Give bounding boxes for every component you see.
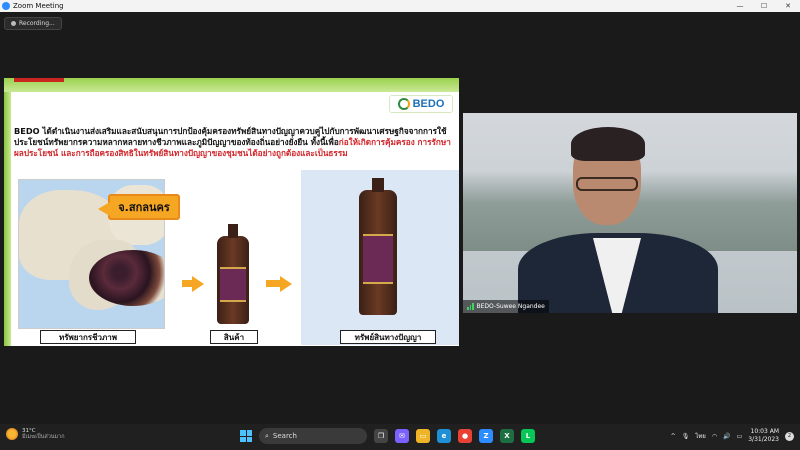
- slide-side-bar: [4, 92, 11, 346]
- edge-browser-icon[interactable]: e: [437, 429, 451, 443]
- bedo-logo-icon: [397, 98, 410, 110]
- microphone-icon[interactable]: 🎙: [682, 433, 690, 440]
- product-bottle-image: [217, 224, 249, 324]
- line-app-icon[interactable]: L: [521, 429, 535, 443]
- weather-desc: มีเมฆเป็นส่วนมาก: [22, 434, 65, 440]
- bedo-logo: BEDO: [389, 95, 453, 113]
- slide-accent-mark: [14, 78, 64, 82]
- ip-product-panel: [301, 170, 459, 345]
- participant-video-tile[interactable]: BEDO-Suwee Ngandee: [463, 113, 797, 313]
- bottle-neck: [372, 178, 384, 192]
- close-button[interactable]: ✕: [776, 2, 800, 10]
- clock-time: 10:03 AM: [750, 428, 779, 435]
- participant-hair: [571, 127, 645, 161]
- chrome-browser-icon[interactable]: ●: [458, 429, 472, 443]
- excel-icon[interactable]: X: [500, 429, 514, 443]
- zoom-logo-icon: [2, 2, 10, 10]
- province-callout: จ.สกลนคร: [98, 194, 180, 220]
- recording-icon: [11, 21, 16, 26]
- flow-arrow-icon: [280, 276, 292, 292]
- taskbar-clock[interactable]: 10:03 AM 3/31/2023: [748, 428, 779, 444]
- recording-indicator[interactable]: Recording...: [4, 17, 62, 30]
- flow-arrow-stem: [266, 280, 280, 287]
- caption-bio-resources: ทรัพยากรชีวภาพ: [40, 330, 136, 344]
- participant-name-tag: BEDO-Suwee Ngandee: [463, 300, 549, 313]
- maximize-button[interactable]: ☐: [752, 2, 776, 10]
- taskbar-search[interactable]: ⌕ Search: [259, 428, 367, 444]
- windows-taskbar: 31°C มีเมฆเป็นส่วนมาก ⌕ Search ❐ ✉ ▭ e ●…: [0, 424, 800, 450]
- caption-product: สินค้า: [210, 330, 258, 344]
- search-label: Search: [272, 432, 297, 440]
- ip-bottle-image: [359, 178, 397, 315]
- weather-widget[interactable]: 31°C มีเมฆเป็นส่วนมาก: [6, 428, 65, 440]
- file-explorer-icon[interactable]: ▭: [416, 429, 430, 443]
- taskbar-apps: ⌕ Search ❐ ✉ ▭ e ● Z X L: [240, 428, 535, 444]
- slide-paragraph: BEDO ได้ดำเนินงานส่งเสริมและสนับสนุนการป…: [14, 126, 454, 159]
- bottle-neck: [228, 224, 238, 238]
- bedo-logo-text: BEDO: [412, 98, 445, 110]
- search-icon: ⌕: [265, 431, 269, 440]
- minimize-button[interactable]: —: [728, 2, 752, 10]
- recording-label: Recording...: [19, 20, 55, 27]
- window-title: Zoom Meeting: [13, 2, 64, 10]
- flow-arrow-stem: [182, 280, 192, 287]
- participant-glasses: [576, 177, 638, 191]
- participant-name: BEDO-Suwee Ngandee: [476, 303, 545, 310]
- volume-icon[interactable]: 🔊: [723, 433, 730, 440]
- window-titlebar: Zoom Meeting — ☐ ✕: [0, 0, 800, 12]
- bottle-label: [362, 233, 394, 284]
- zoom-app-icon[interactable]: Z: [479, 429, 493, 443]
- input-language[interactable]: ไทย: [695, 431, 706, 441]
- shared-screen-slide: BEDO BEDO ได้ดำเนินงานส่งเสริมและสนับสนุ…: [4, 78, 459, 346]
- notification-badge[interactable]: 2: [785, 431, 794, 441]
- weather-icon: [6, 428, 18, 440]
- wifi-icon[interactable]: ◠: [712, 433, 717, 440]
- bottle-label: [220, 266, 246, 302]
- flow-arrow-icon: [192, 276, 204, 292]
- clock-date: 3/31/2023: [748, 436, 779, 443]
- windows-start-icon[interactable]: [240, 430, 252, 442]
- battery-icon[interactable]: ▭: [737, 433, 743, 440]
- slide-header-bar: [4, 78, 459, 92]
- task-view-icon[interactable]: ❐: [374, 429, 388, 443]
- system-tray: ^ 🎙 ไทย ◠ 🔊 ▭ 10:03 AM 3/31/2023 2: [671, 428, 794, 444]
- caption-intellectual-property: ทรัพย์สินทางปัญญา: [340, 330, 436, 344]
- show-hidden-icons-icon[interactable]: ^: [671, 433, 676, 440]
- teams-chat-icon[interactable]: ✉: [395, 429, 409, 443]
- audio-level-icon: [467, 303, 474, 310]
